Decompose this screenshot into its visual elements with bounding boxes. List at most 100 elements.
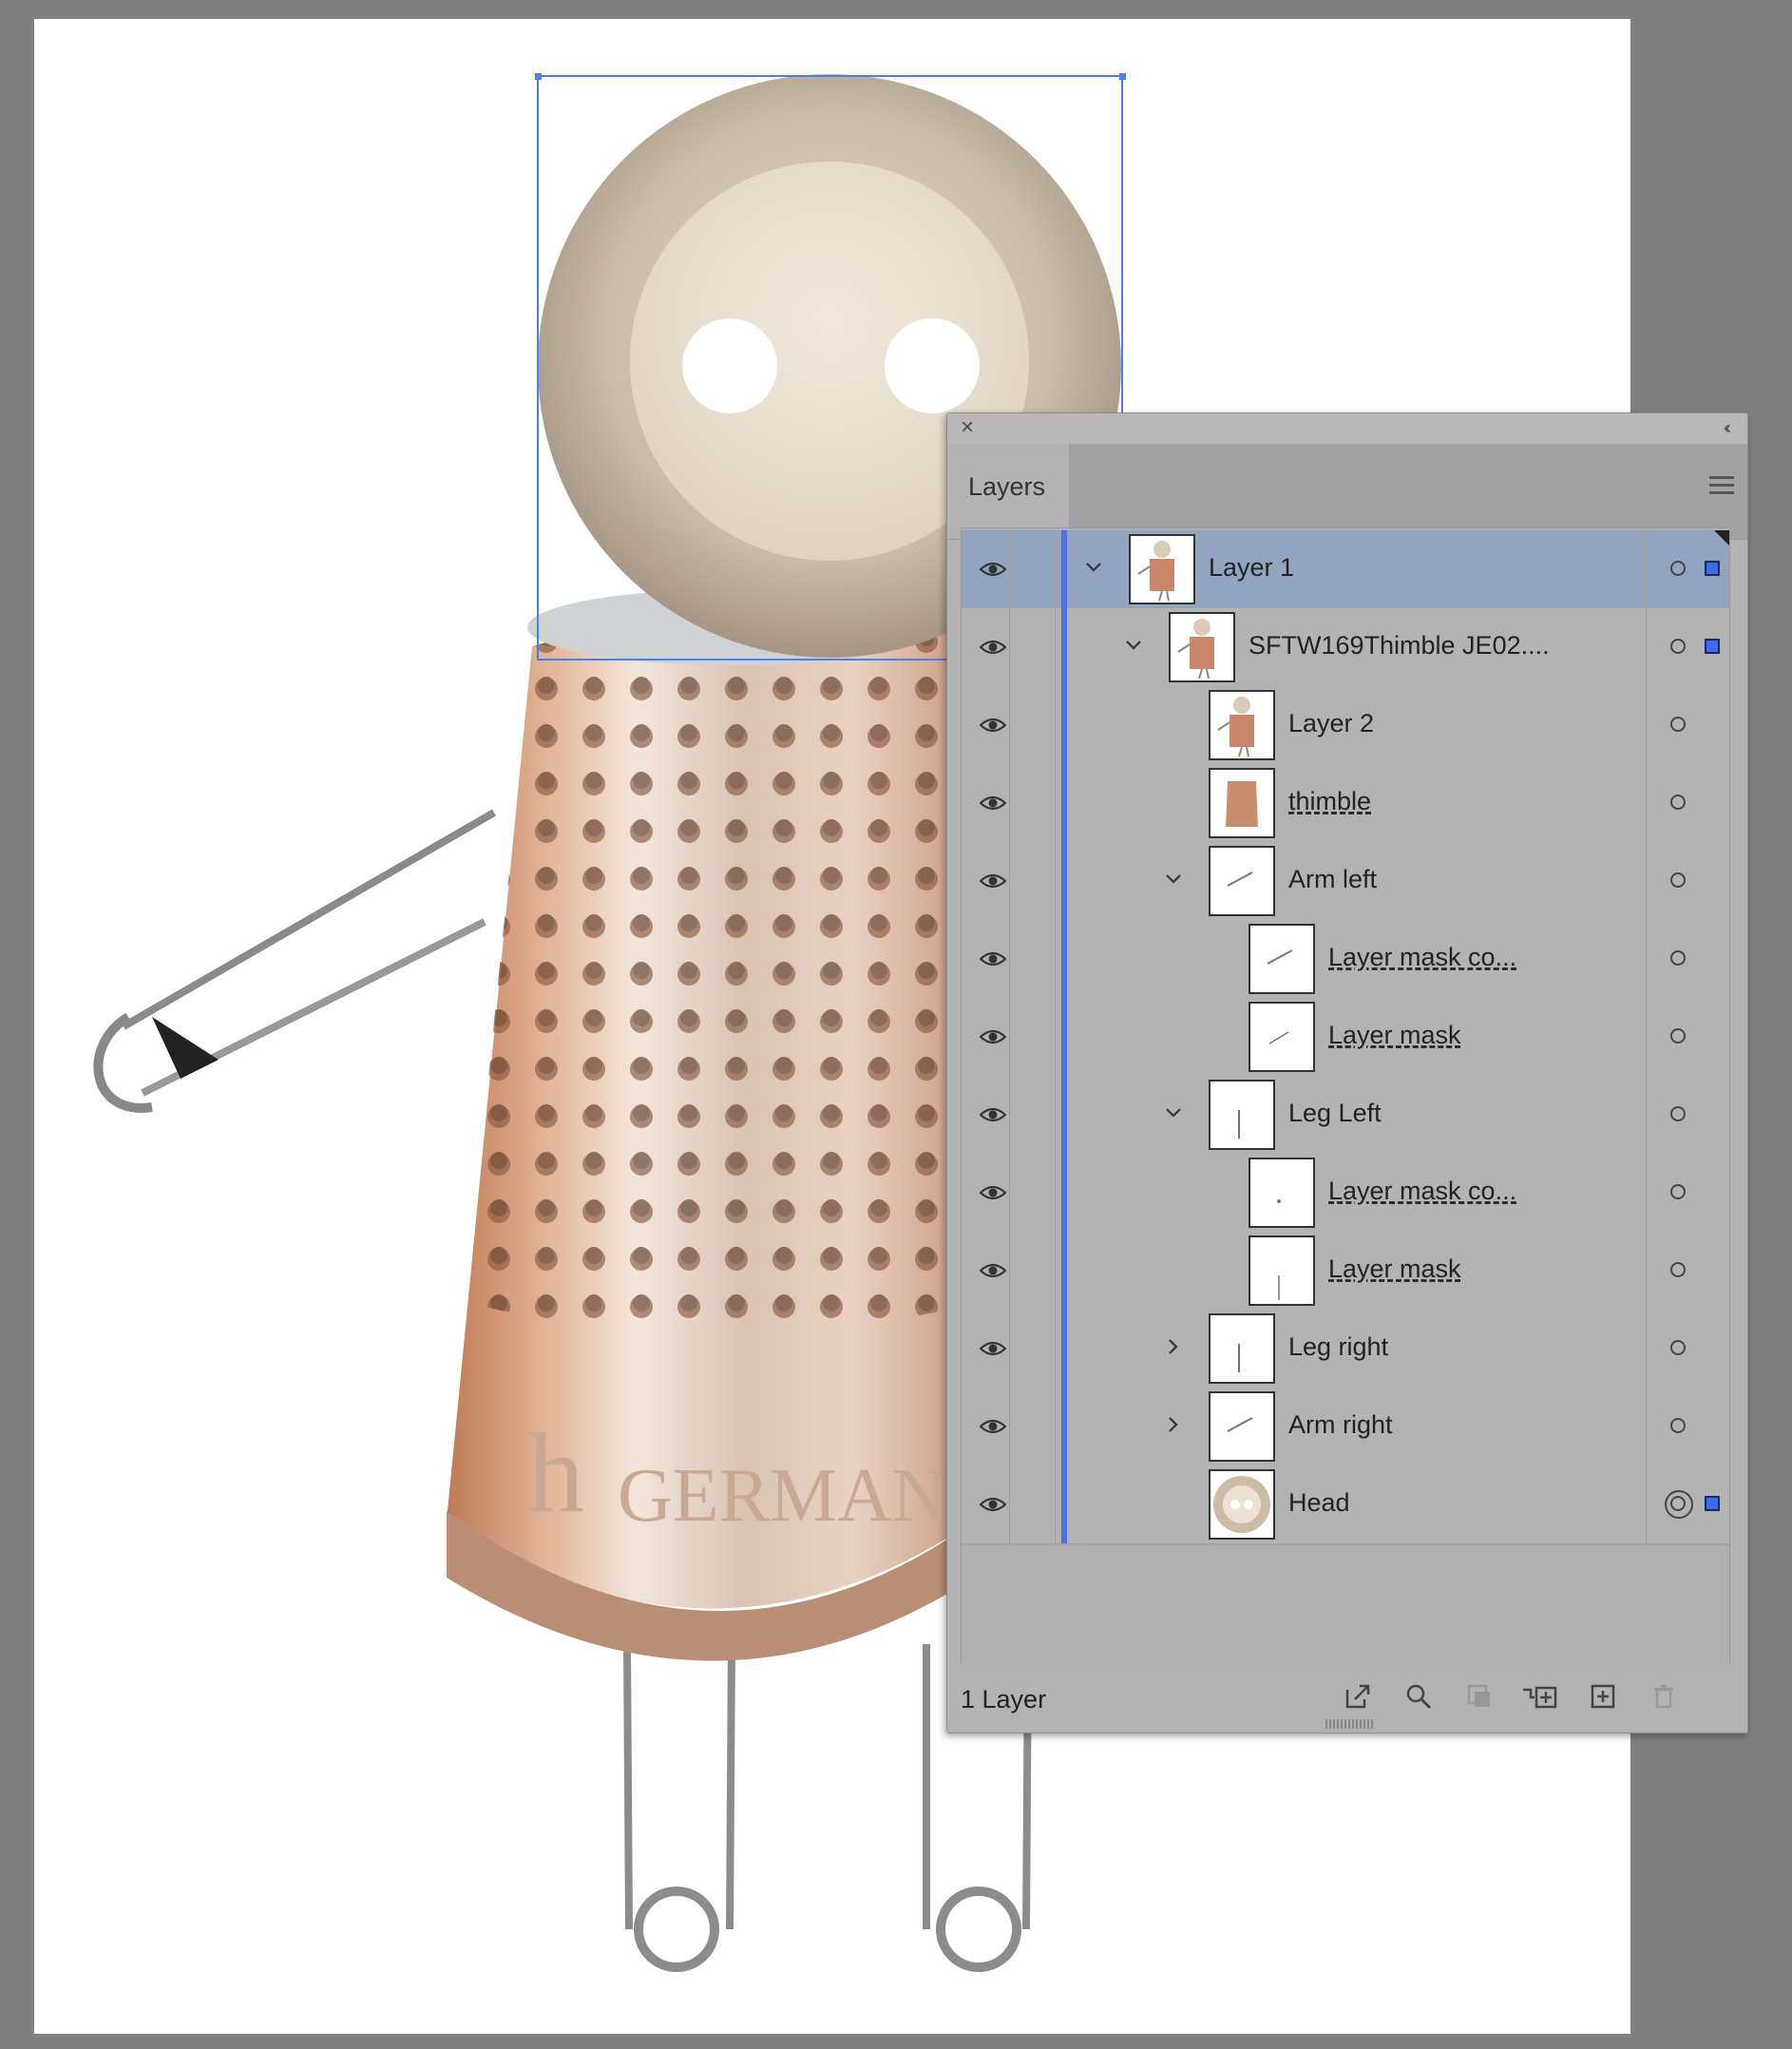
target-circle-icon[interactable]	[1670, 1262, 1686, 1277]
arm-left-pin	[93, 809, 496, 1113]
layer-name[interactable]: Layer mask	[1328, 1021, 1461, 1050]
lock-toggle[interactable]	[1010, 530, 1055, 608]
layer-name[interactable]: Layer 2	[1288, 709, 1374, 738]
create-new-layer-icon[interactable]	[1584, 1677, 1622, 1715]
chevron-down-icon[interactable]	[1119, 631, 1148, 660]
lock-toggle[interactable]	[1010, 1232, 1055, 1310]
lock-toggle[interactable]	[1010, 686, 1055, 764]
target-circle-icon[interactable]	[1670, 1028, 1686, 1044]
target-circle-icon[interactable]	[1670, 950, 1686, 966]
target-circle-icon[interactable]	[1670, 1418, 1686, 1433]
chevron-right-icon[interactable]	[1159, 1332, 1188, 1361]
selection-indicator[interactable]	[1705, 639, 1720, 654]
target-circle-icon[interactable]	[1670, 639, 1686, 654]
lock-toggle[interactable]	[1010, 608, 1055, 686]
create-sublayer-icon[interactable]	[1521, 1677, 1559, 1715]
layer-color-bar	[1061, 686, 1067, 764]
panel-title-bar[interactable]: × ‹‹	[947, 413, 1747, 444]
selection-indicator[interactable]	[1705, 561, 1720, 576]
target-circle-icon[interactable]	[1670, 872, 1686, 888]
target-circle-icon[interactable]	[1670, 1184, 1686, 1199]
chevron-down-icon[interactable]	[1159, 1099, 1188, 1127]
target-circle-icon[interactable]	[1670, 1340, 1686, 1355]
layer-row[interactable]: Layer 2	[962, 686, 1729, 766]
layer-row[interactable]: Arm right	[962, 1388, 1729, 1467]
target-circle-icon[interactable]	[1670, 717, 1686, 732]
panel-resize-grip[interactable]	[1325, 1719, 1373, 1729]
lock-toggle[interactable]	[1010, 1076, 1055, 1154]
layer-name[interactable]: Layer mask co...	[1328, 1177, 1516, 1206]
layer-row[interactable]: SFTW169Thimble JE02....	[962, 608, 1729, 688]
layer-name[interactable]: Layer mask	[1328, 1254, 1461, 1284]
column-divider	[1646, 1310, 1647, 1388]
layer-row[interactable]: Arm left	[962, 842, 1729, 922]
column-divider	[1055, 842, 1056, 920]
lock-toggle[interactable]	[1010, 1154, 1055, 1232]
lock-toggle[interactable]	[1010, 1310, 1055, 1388]
lock-toggle[interactable]	[1010, 998, 1055, 1076]
column-divider	[1646, 1465, 1647, 1543]
layer-name[interactable]: Arm left	[1288, 865, 1377, 894]
layer-name[interactable]: Layer 1	[1209, 553, 1294, 583]
close-icon[interactable]: ×	[957, 416, 978, 439]
layer-row[interactable]: Layer mask co...	[962, 1154, 1729, 1234]
column-divider	[1055, 686, 1056, 764]
layer-name[interactable]: Head	[1288, 1488, 1350, 1518]
layer-thumbnail	[1209, 690, 1275, 760]
layer-name[interactable]: thimble	[1288, 787, 1371, 816]
column-divider	[1646, 686, 1647, 764]
layer-name[interactable]: Layer mask co...	[1328, 943, 1516, 972]
layer-color-bar	[1061, 1076, 1067, 1154]
column-divider	[1055, 1310, 1056, 1388]
layer-row[interactable]: Leg Left	[962, 1076, 1729, 1156]
layer-row[interactable]: Leg right	[962, 1310, 1729, 1389]
target-circle-icon[interactable]	[1665, 1490, 1693, 1519]
layer-color-bar	[1061, 1388, 1067, 1465]
layer-row[interactable]: Layer mask	[962, 998, 1729, 1078]
chevron-down-icon[interactable]	[1079, 553, 1108, 582]
layer-color-bar	[1061, 1154, 1067, 1232]
layer-row[interactable]: thimble	[962, 764, 1729, 844]
layer-name[interactable]: Arm right	[1288, 1410, 1393, 1440]
layer-thumbnail	[1209, 1080, 1275, 1150]
make-clipping-mask-icon[interactable]	[1460, 1677, 1498, 1715]
panel-menu-icon[interactable]	[1709, 476, 1734, 499]
lock-toggle[interactable]	[1010, 1388, 1055, 1465]
layer-thumbnail	[1129, 534, 1195, 604]
selection-indicator[interactable]	[1705, 1496, 1720, 1511]
layer-color-bar	[1061, 1232, 1067, 1310]
column-divider	[1646, 1076, 1647, 1154]
layer-row[interactable]: Layer mask	[962, 1232, 1729, 1312]
chevron-down-icon[interactable]	[1159, 865, 1188, 893]
lock-toggle[interactable]	[1010, 920, 1055, 998]
layer-list[interactable]: Layer 1 SFTW169Thimble JE02.... Layer 2 thi…	[961, 527, 1730, 1666]
layer-name[interactable]: Leg right	[1288, 1332, 1388, 1362]
column-divider	[1646, 998, 1647, 1076]
column-divider	[1646, 1388, 1647, 1465]
column-divider	[1055, 1232, 1056, 1310]
column-divider	[1055, 1465, 1056, 1543]
column-divider	[1646, 842, 1647, 920]
svg-text:h: h	[527, 1409, 584, 1536]
column-divider	[1055, 920, 1056, 998]
collapse-panel-icon[interactable]: ‹‹	[1715, 417, 1736, 438]
target-circle-icon[interactable]	[1670, 561, 1686, 576]
layer-thumbnail	[1209, 1469, 1275, 1540]
layer-name[interactable]: Leg Left	[1288, 1099, 1382, 1128]
chevron-right-icon[interactable]	[1159, 1410, 1188, 1439]
layer-row[interactable]: Layer 1	[962, 530, 1729, 610]
lock-toggle[interactable]	[1010, 1465, 1055, 1543]
tab-layers[interactable]: Layers	[947, 444, 1070, 539]
lock-toggle[interactable]	[1010, 764, 1055, 842]
locate-object-icon[interactable]	[1400, 1677, 1438, 1715]
layer-row[interactable]: Head	[962, 1465, 1729, 1545]
lock-toggle[interactable]	[1010, 842, 1055, 920]
layer-thumbnail	[1209, 1391, 1275, 1462]
layer-row[interactable]: Layer mask co...	[962, 920, 1729, 1000]
export-for-screens-icon[interactable]	[1339, 1677, 1377, 1715]
delete-icon[interactable]	[1645, 1677, 1683, 1715]
target-circle-icon[interactable]	[1670, 795, 1686, 810]
layer-name[interactable]: SFTW169Thimble JE02....	[1249, 631, 1550, 661]
target-circle-icon[interactable]	[1670, 1106, 1686, 1121]
column-divider	[1055, 530, 1056, 608]
